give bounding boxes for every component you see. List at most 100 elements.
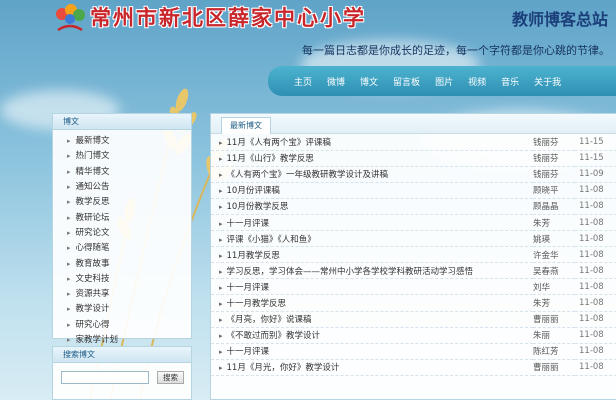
article-row: ▸ 十一月评课 刘华 11-08 [211, 279, 616, 295]
article-date: 11-08 [579, 297, 604, 308]
nav-item-home[interactable]: 主页 [294, 75, 312, 88]
article-title-link[interactable]: 十一月教学反思 [227, 299, 287, 309]
sidebar-category-label: 精华博文 [75, 166, 110, 177]
article-title-link[interactable]: 十一月评课 [227, 283, 270, 293]
article-author[interactable]: 顾晶晶 [533, 198, 575, 214]
article-author[interactable]: 曹丽丽 [533, 359, 575, 375]
bullet-icon: ▸ [219, 187, 223, 196]
article-row: ▸ 《人有两个宝》一年级教研教学设计及讲稿 钱丽芬 11-09 [211, 166, 616, 183]
article-title-link[interactable]: 《人有两个宝》一年级教研教学设计及讲稿 [227, 170, 389, 180]
article-title-cell: ▸ 十一月评课 [211, 343, 533, 359]
article-date: 11-08 [579, 281, 604, 292]
article-date: 11-08 [579, 233, 604, 244]
article-row: ▸ 10月份教学反思 顾晶晶 11-08 [211, 198, 616, 215]
search-panel: 搜索博文 搜索 [52, 346, 192, 400]
article-title-link[interactable]: 11月《月光，你好》教学设计 [227, 363, 340, 373]
sidebar-category-item[interactable]: ▸ 热门博文 [67, 149, 191, 164]
article-title-link[interactable]: 评课《小猫》《人和鱼》 [227, 235, 316, 245]
latest-articles-panel: 最新博文 ▸ 11月《人有两个宝》评课稿 钱丽芬 11-15 ▸ 11月《山行》教学反思钱… [210, 113, 616, 400]
article-date: 11-15 [579, 136, 604, 147]
sidebar-category-item[interactable]: ▸ 最新博文 [67, 134, 191, 149]
nav-item-videos[interactable]: 视频 [468, 75, 486, 88]
sidebar-category-item[interactable]: ▸ 资源共享 [67, 287, 191, 302]
article-date: 11-08 [579, 346, 604, 357]
sidebar-category-label: 教学设计 [75, 304, 110, 315]
slogan: 每一篇日志都是你成长的足迹，每一个字符都是你心跳的节律。 [302, 44, 610, 57]
sidebar-category-label: 资源共享 [75, 289, 110, 300]
nav-item-photos[interactable]: 图片 [435, 75, 453, 88]
article-date: 11-08 [579, 330, 604, 341]
article-author[interactable]: 钱丽芬 [533, 150, 575, 166]
main-navbar: 主页 微博 博文 留言板 图片 视频 音乐 关于我 [268, 66, 616, 96]
sidebar-category-label: 教研论坛 [75, 212, 110, 223]
article-title-cell: ▸ 十一月评课 [211, 214, 533, 230]
sidebar-category-item[interactable]: ▸ 教育故事 [67, 256, 191, 271]
sidebar-category-item[interactable]: ▸ 通知公告 [67, 180, 191, 195]
article-table: ▸ 11月《人有两个宝》评课稿 钱丽芬 11-15 ▸ 11月《山行》教学反思 钱丽芬 11-… [211, 134, 616, 376]
sidebar-category-item[interactable]: ▸ 教研论坛 [67, 210, 191, 225]
bullet-icon: ▸ [67, 167, 71, 176]
bullet-icon: ▸ [67, 290, 71, 299]
article-author[interactable]: 钱丽芬 [533, 166, 575, 182]
bullet-icon: ▸ [219, 251, 223, 260]
bullet-icon: ▸ [67, 320, 71, 329]
sidebar-category-item[interactable]: ▸ 教学反思 [67, 195, 191, 210]
article-title-link[interactable]: 11月《山行》教学反思 [227, 154, 314, 164]
article-author[interactable]: 钱丽芬 [533, 134, 575, 150]
article-row: ▸ 11月《山行》教学反思 钱丽芬 11-15 [211, 150, 616, 167]
article-row: ▸ 十一月评课 朱芳 11-08 [211, 214, 616, 231]
tab-latest-articles[interactable]: 最新博文 [221, 117, 271, 134]
article-author[interactable]: 刘华 [533, 279, 575, 295]
article-author[interactable]: 朱芳 [533, 214, 575, 230]
nav-item-microblog[interactable]: 微博 [327, 75, 345, 88]
article-title-link[interactable]: 10月份教学反思 [227, 202, 289, 212]
sidebar-category-label: 最新博文 [75, 136, 110, 147]
article-author[interactable]: 许金华 [533, 247, 575, 263]
article-date: 11-08 [579, 217, 604, 228]
article-row: ▸ 十一月评课 陈红芳 11-08 [211, 343, 616, 360]
sidebar-category-item[interactable]: ▸ 研究论文 [67, 226, 191, 241]
nav-item-articles[interactable]: 博文 [360, 75, 378, 88]
article-author[interactable]: 姚瑛 [533, 231, 575, 247]
article-author[interactable]: 曹丽丽 [533, 311, 575, 327]
article-title-cell: ▸ 学习反思，学习体会——常州中小学各学校学科教研活动学习感悟 [211, 263, 533, 279]
article-author[interactable]: 吴春燕 [533, 263, 575, 279]
portal-title[interactable]: 教师博客总站 [512, 6, 608, 30]
article-title-link[interactable]: 11月《人有两个宝》评课稿 [227, 138, 331, 148]
article-title-link[interactable]: 《月亮，你好》说课稿 [227, 315, 312, 325]
sidebar-category-item[interactable]: ▸ 文史科技 [67, 272, 191, 287]
article-date: 11-15 [579, 153, 604, 164]
bullet-icon: ▸ [219, 348, 223, 357]
article-author[interactable]: 朱芳 [533, 295, 575, 311]
article-title-link[interactable]: 十一月评课 [227, 219, 270, 229]
bullet-icon: ▸ [67, 244, 71, 253]
article-title-link[interactable]: 11月教学反思 [227, 251, 280, 261]
article-author[interactable]: 朱丽 [533, 327, 575, 343]
sidebar-category-item[interactable]: ▸ 心得随笔 [67, 241, 191, 256]
sidebar-category-item[interactable]: ▸ 教学设计 [67, 302, 191, 317]
sidebar-category-label: 研究论文 [75, 227, 110, 238]
search-input[interactable] [61, 371, 149, 384]
article-title-cell: ▸ 11月教学反思 [211, 247, 533, 263]
latest-articles-header: 最新博文 [211, 114, 616, 134]
article-title-link[interactable]: 学习反思，学习体会——常州中小学各学校学科教研活动学习感悟 [227, 267, 474, 277]
bullet-icon: ▸ [67, 183, 71, 192]
article-author[interactable]: 顾晓平 [533, 182, 575, 198]
article-title-link[interactable]: 十一月评课 [227, 347, 270, 357]
article-title-link[interactable]: 《不敢过而别》教学设计 [227, 331, 321, 341]
bullet-icon: ▸ [67, 152, 71, 161]
search-button[interactable]: 搜索 [157, 371, 184, 384]
bullet-icon: ▸ [219, 235, 223, 244]
article-title-cell: ▸ 10月份评课稿 [211, 182, 533, 198]
sidebar-category-item[interactable]: ▸ 精华博文 [67, 165, 191, 180]
nav-item-about[interactable]: 关于我 [534, 75, 561, 88]
article-title-link[interactable]: 10月份评课稿 [227, 186, 280, 196]
article-date: 11-08 [579, 362, 604, 373]
nav-item-guestbook[interactable]: 留言板 [393, 75, 420, 88]
article-author[interactable]: 陈红芳 [533, 343, 575, 359]
sidebar-category-label: 通知公告 [75, 182, 110, 193]
sidebar-category-label: 研究心得 [75, 319, 110, 330]
sidebar-category-item[interactable]: ▸ 研究心得 [67, 318, 191, 333]
article-row: ▸ 11月《月光，你好》教学设计 曹丽丽 11-08 [211, 359, 616, 376]
nav-item-music[interactable]: 音乐 [501, 75, 519, 88]
